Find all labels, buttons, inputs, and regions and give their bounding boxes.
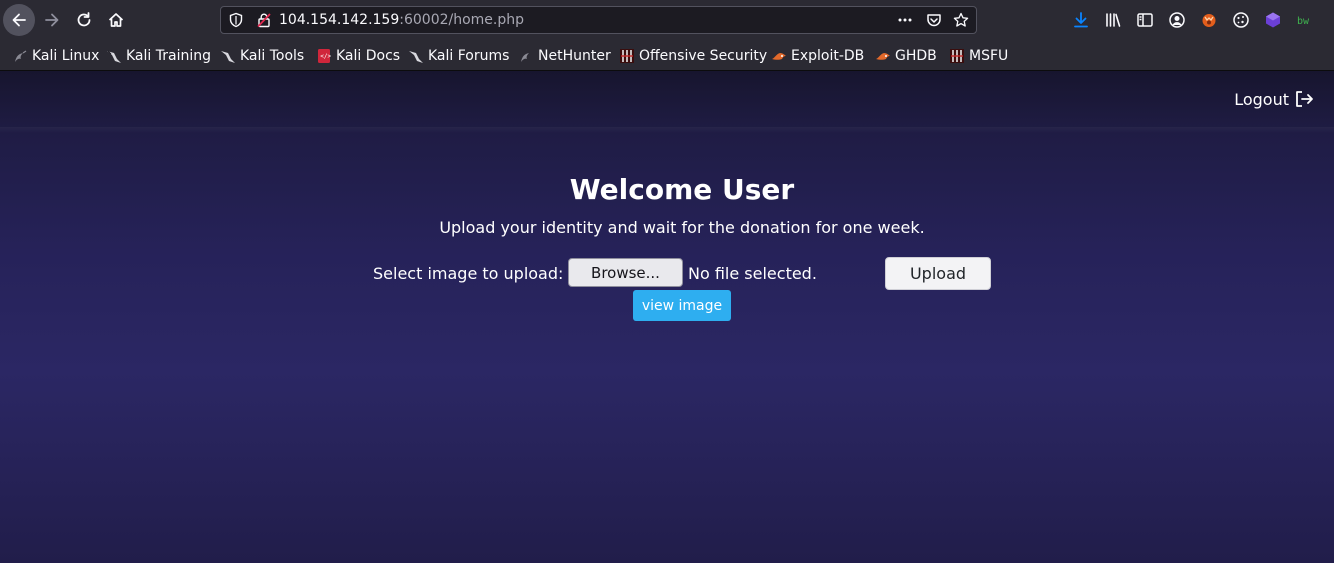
page-title: Welcome User: [569, 173, 795, 206]
top-navbar: Logout: [0, 71, 1334, 129]
kali-icon: [221, 51, 235, 63]
bookmark-exploit-db[interactable]: Exploit-DB: [771, 47, 864, 65]
bookmark-kali-tools[interactable]: Kali Tools: [220, 47, 304, 65]
reload-button[interactable]: [68, 4, 100, 36]
bookmark-offensive-security[interactable]: Offensive Security: [619, 47, 767, 65]
insecure-lock-icon[interactable]: [256, 12, 272, 28]
view-image-button[interactable]: view image: [633, 290, 731, 321]
upload-button[interactable]: Upload: [885, 257, 991, 290]
kali-docs-icon: </>: [318, 49, 332, 63]
offsec-icon: [620, 49, 634, 63]
select-image-label: Select image to upload:: [373, 264, 564, 283]
bookmark-nethunter[interactable]: NetHunter: [518, 47, 611, 65]
bookmark-label: MSFU: [969, 48, 1009, 64]
forward-button[interactable]: [36, 4, 68, 36]
url-text[interactable]: 104.154.142.159:60002/home.php: [279, 12, 524, 28]
exploitdb-icon: [876, 53, 890, 60]
page-actions-icon[interactable]: [897, 12, 913, 28]
bookmark-label: GHDB: [895, 48, 937, 64]
page-content: Logout Welcome User Upload your identity…: [0, 71, 1334, 563]
bookmark-label: Kali Tools: [240, 48, 305, 64]
bookmark-kali-forums[interactable]: Kali Forums: [408, 47, 509, 65]
file-status: No file selected.: [688, 264, 817, 283]
kali-dragon-icon: [15, 50, 27, 62]
bookmark-label: Kali Training: [126, 48, 211, 64]
logout-label: Logout: [1234, 89, 1289, 109]
bookmark-label: NetHunter: [538, 48, 611, 64]
cookie-icon[interactable]: [1232, 11, 1250, 29]
kali-icon: [107, 50, 121, 63]
extension-bw-icon[interactable]: bw: [1296, 11, 1314, 29]
page-subtitle: Upload your identity and wait for the do…: [439, 218, 925, 237]
account-icon[interactable]: [1168, 11, 1186, 29]
offsec-icon: [950, 49, 964, 63]
back-button[interactable]: [3, 4, 35, 36]
svg-text:bw: bw: [1297, 16, 1310, 27]
bookmark-label: Kali Linux: [32, 48, 100, 64]
url-bar[interactable]: 104.154.142.159:60002/home.php: [220, 6, 977, 34]
tracking-shield-icon[interactable]: [228, 12, 244, 28]
bookmark-kali-training[interactable]: Kali Training: [106, 47, 211, 65]
bookmark-label: Offensive Security: [639, 48, 768, 64]
browser-toolbar: 104.154.142.159:60002/home.php bw: [0, 0, 1334, 40]
bookmark-label: Kali Forums: [428, 48, 510, 64]
bookmark-msfu[interactable]: MSFU: [949, 47, 1008, 65]
downloads-icon[interactable]: [1072, 11, 1090, 29]
url-path: :60002/home.php: [399, 12, 525, 28]
kali-dragon-icon: [521, 53, 529, 62]
bookmark-kali-docs[interactable]: </> Kali Docs: [316, 47, 400, 65]
reload-icon: [77, 12, 91, 27]
bookmark-star-icon[interactable]: [953, 12, 969, 28]
logout-icon: [1296, 91, 1313, 107]
bookmark-label: Kali Docs: [336, 48, 401, 64]
kali-icon: [409, 51, 423, 63]
sidebar-icon[interactable]: [1136, 11, 1154, 29]
exploitdb-icon: [772, 53, 786, 60]
extension-cube-icon[interactable]: [1264, 11, 1282, 29]
url-host: 104.154.142.159: [279, 12, 400, 28]
bookmark-label: Exploit-DB: [791, 48, 865, 64]
navbar-divider: [0, 127, 1334, 133]
bookmarks-toolbar: Kali Linux Kali Training Kali Tools </> …: [0, 40, 1334, 71]
extension-fox-icon[interactable]: [1200, 11, 1218, 29]
pocket-icon[interactable]: [926, 12, 942, 28]
bookmark-ghdb[interactable]: GHDB: [875, 47, 937, 65]
browse-button[interactable]: Browse...: [568, 258, 683, 287]
logout-link[interactable]: Logout: [1234, 89, 1314, 109]
svg-text:</>: </>: [320, 53, 331, 60]
home-button[interactable]: [100, 4, 132, 36]
back-icon: [12, 13, 26, 27]
bookmark-kali-linux[interactable]: Kali Linux: [12, 47, 99, 65]
forward-icon: [45, 13, 59, 27]
library-icon[interactable]: [1104, 11, 1122, 29]
home-icon: [108, 13, 124, 27]
